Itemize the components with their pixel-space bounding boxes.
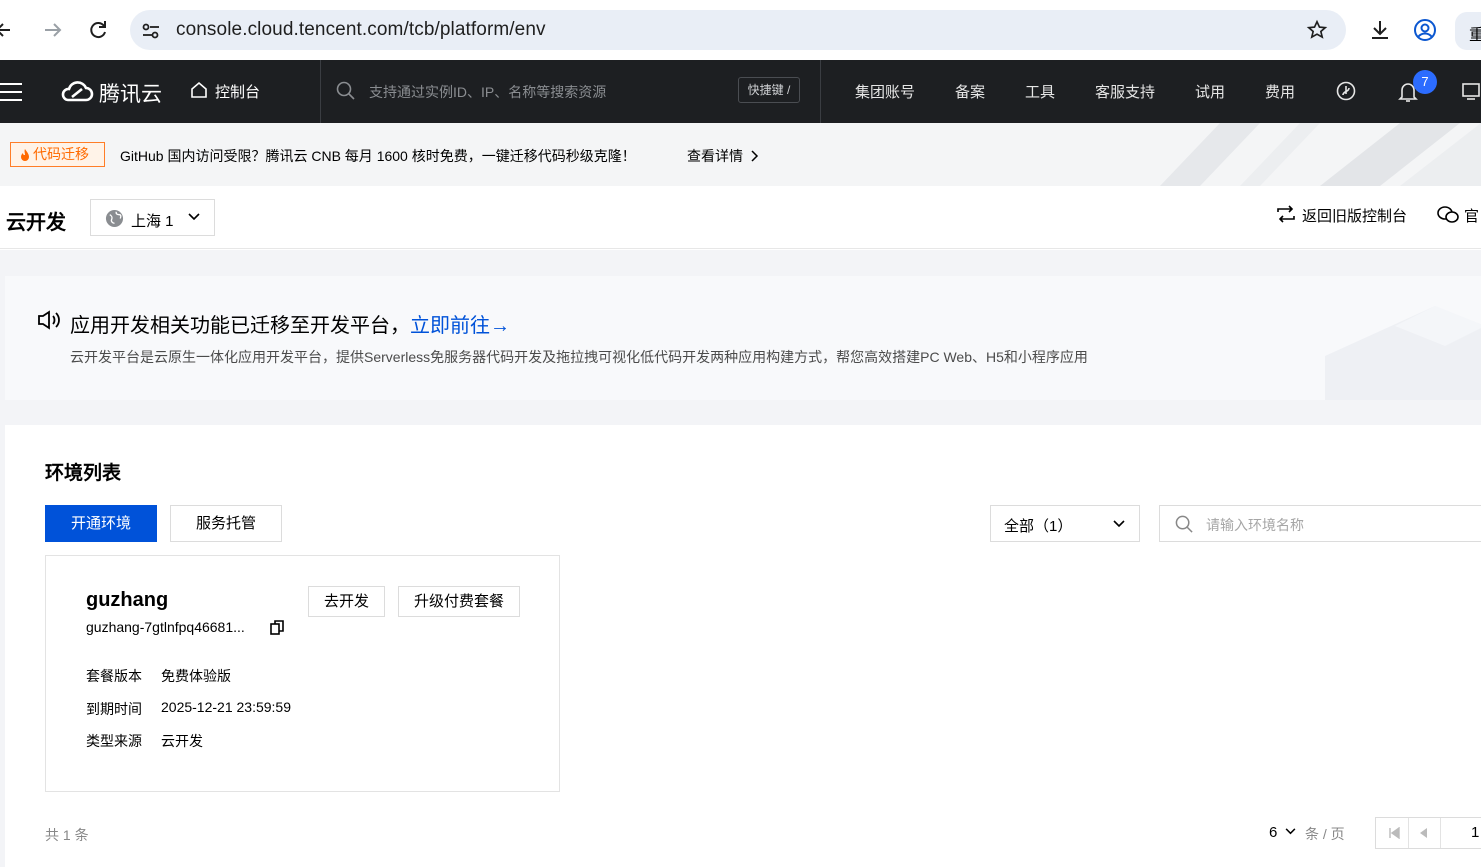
migration-notice: 应用开发相关功能已迁移至开发平台，立即前往→ 云开发平台是云原生一体化应用开发平… [5, 276, 1481, 400]
status-filter-select[interactable]: 全部（1） [990, 505, 1140, 542]
promo-tag: 代码迁移 [10, 142, 105, 167]
current-page-input[interactable]: 1 [1471, 824, 1479, 841]
nav-divider [820, 60, 821, 123]
menu-icon[interactable] [0, 82, 24, 102]
bookmark-star-icon[interactable] [1306, 19, 1328, 41]
top-navigation: 腾讯云 控制台 支持通过实例ID、IP、名称等搜索资源 快捷键 / 集团账号 备… [0, 60, 1481, 123]
environment-name: guzhang [86, 589, 169, 611]
nav-divider [320, 60, 321, 123]
page-size-value: 6 [1269, 824, 1278, 841]
expiry-label: 到期时间 [86, 701, 142, 717]
environment-search-input[interactable]: 请输入环境名称 [1159, 505, 1481, 542]
chevron-down-icon [1285, 828, 1295, 835]
expiry-value: 2025-12-21 23:59:59 [161, 699, 291, 715]
page-size-select[interactable]: 6 [1269, 824, 1296, 841]
environment-list-title: 环境列表 [45, 463, 122, 484]
chevron-right-icon [751, 150, 758, 162]
promo-tag-label: 代码迁移 [33, 146, 89, 162]
environment-card: guzhang guzhang-7gtlnfpq46681... 去开发 升级付… [45, 555, 560, 792]
promo-link-label[interactable]: 查看详情 [687, 148, 743, 164]
wechat-icon[interactable] [1437, 205, 1459, 225]
search-icon [1175, 515, 1194, 534]
download-icon[interactable] [1368, 18, 1392, 42]
environment-id: guzhang-7gtlnfpq46681... [86, 619, 245, 635]
copy-icon[interactable] [270, 620, 284, 635]
plan-version-label: 套餐版本 [86, 668, 142, 684]
brand-name[interactable]: 腾讯云 [99, 78, 162, 108]
first-page-icon[interactable] [1388, 827, 1400, 839]
home-icon[interactable] [190, 81, 208, 99]
profile-icon[interactable] [1413, 18, 1437, 42]
nav-filing[interactable]: 备案 [955, 81, 985, 102]
tencent-cloud-logo-icon[interactable] [60, 78, 94, 104]
back-arrow-icon[interactable] [0, 18, 20, 42]
prev-page-icon[interactable] [1418, 827, 1428, 839]
url-text[interactable]: console.cloud.tencent.com/tcb/platform/e… [176, 19, 546, 41]
search-placeholder: 请输入环境名称 [1206, 517, 1304, 533]
region-selector[interactable]: 上海 1 [90, 199, 215, 236]
service-hosting-button[interactable]: 服务托管 [170, 505, 282, 542]
promo-decoration [1160, 123, 1481, 186]
chevron-down-icon [1113, 520, 1125, 528]
go-develop-button[interactable]: 去开发 [308, 586, 385, 617]
source-type-label: 类型来源 [86, 733, 142, 749]
total-count: 共 1 条 [45, 827, 89, 843]
page-title: 云开发 [6, 212, 66, 234]
reload-icon[interactable] [86, 18, 110, 42]
filter-label: 全部（1） [1004, 518, 1073, 535]
speaker-icon [37, 310, 61, 330]
chevron-down-icon [188, 213, 200, 221]
extension-label: 重 [1469, 27, 1481, 44]
plan-version-value: 免费体验版 [161, 668, 231, 684]
notice-decoration [1325, 306, 1481, 400]
nav-tools[interactable]: 工具 [1025, 81, 1055, 102]
shortcut-hint: 快捷键 / [738, 77, 800, 103]
switch-icon[interactable] [1276, 204, 1296, 224]
pagination: 1 [1375, 817, 1481, 849]
nav-billing[interactable]: 费用 [1265, 81, 1295, 102]
search-icon[interactable] [336, 81, 356, 101]
globe-icon [105, 209, 124, 228]
pager-divider [1440, 818, 1441, 848]
promo-text: GitHub 国内访问受限？腾讯云 CNB 每月 1600 核时免费，一键迁移代… [120, 148, 636, 164]
environment-list-panel: 环境列表 开通环境 服务托管 全部（1） 请输入环境名称 guzhang guz… [5, 425, 1481, 867]
nav-support[interactable]: 客服支持 [1095, 81, 1155, 102]
browser-toolbar: console.cloud.tencent.com/tcb/platform/e… [0, 0, 1481, 60]
global-search-input[interactable]: 支持通过实例ID、IP、名称等搜索资源 [369, 82, 606, 102]
notice-description: 云开发平台是云原生一体化应用开发平台，提供Serverless免服务器代码开发及… [70, 349, 1088, 365]
page-size-unit: 条 / 页 [1305, 826, 1345, 842]
extension-button[interactable]: 重 [1455, 12, 1481, 50]
upgrade-plan-button[interactable]: 升级付费套餐 [398, 586, 520, 617]
notice-title: 应用开发相关功能已迁移至开发平台，立即前往→ [70, 309, 510, 338]
old-console-link[interactable]: 返回旧版控制台 [1302, 205, 1407, 226]
flame-icon [20, 149, 30, 161]
region-label: 上海 1 [131, 213, 174, 230]
create-environment-button[interactable]: 开通环境 [45, 505, 157, 542]
nav-group-account[interactable]: 集团账号 [855, 81, 915, 102]
cart-icon[interactable] [1461, 81, 1481, 101]
page-header: 云开发 上海 1 返回旧版控制台 官 [0, 186, 1481, 249]
promo-details-link[interactable]: 查看详情 [687, 146, 759, 166]
notification-badge[interactable]: 7 [1413, 70, 1437, 94]
source-type-value: 云开发 [161, 733, 203, 749]
dev-tool-icon[interactable] [1336, 81, 1356, 101]
notice-title-text: 应用开发相关功能已迁移至开发平台， [70, 315, 410, 337]
go-now-link[interactable]: 立即前往→ [410, 315, 510, 337]
console-link[interactable]: 控制台 [215, 81, 260, 102]
promo-banner: 代码迁移 GitHub 国内访问受限？腾讯云 CNB 每月 1600 核时免费，… [0, 123, 1481, 186]
official-account-link[interactable]: 官 [1464, 205, 1479, 226]
forward-arrow-icon[interactable] [41, 18, 65, 42]
pager-divider [1408, 818, 1409, 848]
nav-trial[interactable]: 试用 [1195, 81, 1225, 102]
site-settings-icon[interactable] [140, 20, 162, 42]
